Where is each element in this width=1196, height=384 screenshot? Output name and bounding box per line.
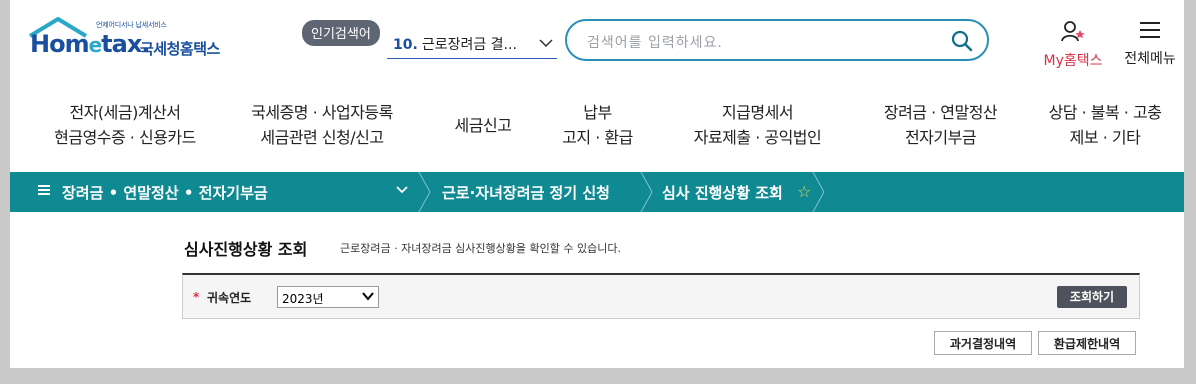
hamburger-menu-icon <box>1140 22 1160 38</box>
hot-keyword-select[interactable]: 10. 근로장려금 결... <box>387 32 557 59</box>
nav-item-tax-filing[interactable]: 세금신고 <box>438 100 528 138</box>
search-panel: * 귀속연도 2023년 조회하기 <box>182 273 1140 319</box>
breadcrumb-separator-icon <box>640 172 653 212</box>
user-icon <box>1061 21 1085 42</box>
breadcrumb-separator-icon <box>812 172 825 212</box>
main-navigation: 전자(세금)계산서 현금영수증 · 신용카드 국세증명 · 사업자등록 세금관련 신… <box>10 100 1184 160</box>
chevron-down-icon <box>539 39 553 48</box>
nav-item-certificates[interactable]: 국세증명 · 사업자등록 세금관련 신청/신고 <box>232 100 412 150</box>
search-input[interactable]: 검색어를 입력하세요. <box>565 19 989 61</box>
search-placeholder: 검색어를 입력하세요. <box>587 35 723 51</box>
nav-item-e-invoice[interactable]: 전자(세금)계산서 현금영수증 · 신용카드 <box>40 100 210 150</box>
logo-brand: Hometax. <box>30 30 150 58</box>
nav-item-payment[interactable]: 납부 고지 · 환급 <box>550 100 645 150</box>
all-menu-label: 전체메뉴 <box>1124 51 1176 67</box>
search-icon[interactable] <box>951 30 973 52</box>
breadcrumb-sub[interactable]: 근로·자녀장려금 정기 신청 <box>442 182 610 203</box>
my-hometax-button[interactable]: My홈택스 <box>1038 20 1108 70</box>
year-label: 귀속연도 <box>207 291 252 305</box>
breadcrumb: 장려금 • 연말정산 • 전자기부금 근로·자녀장려금 정기 신청 심사 진행상… <box>10 172 1184 212</box>
breadcrumb-separator-icon <box>418 172 431 212</box>
page-title: 심사진행상황 조회 <box>184 240 308 259</box>
year-select-value: 2023년 <box>282 292 324 306</box>
hot-keyword-badge: 인기검색어 <box>302 20 380 46</box>
favorite-star-icon[interactable]: ☆ <box>797 182 811 201</box>
past-decisions-button[interactable]: 과거결정내역 <box>934 331 1032 355</box>
chevron-down-icon[interactable] <box>396 185 408 195</box>
refund-limit-button[interactable]: 환급제한내역 <box>1038 331 1136 355</box>
my-hometax-label: My홈택스 <box>1043 53 1103 69</box>
logo-tagline: 언제어디서나 납세서비스 <box>96 21 167 29</box>
all-menu-button[interactable]: 전체메뉴 <box>1120 20 1180 68</box>
nav-item-payment-statements[interactable]: 지급명세서 자료제출 · 공익법인 <box>670 100 845 150</box>
year-select[interactable]: 2023년 <box>277 286 379 308</box>
query-button[interactable]: 조회하기 <box>1057 286 1127 308</box>
hot-keyword-text: 근로장려금 결... <box>421 37 517 53</box>
nav-item-incentives[interactable]: 장려금 · 연말정산 전자기부금 <box>858 100 1023 150</box>
required-mark: * <box>193 290 200 304</box>
list-menu-icon <box>38 185 50 195</box>
breadcrumb-current: 심사 진행상황 조회 <box>662 184 783 202</box>
page-description: 근로장려금 · 자녀장려금 심사진행상황을 확인할 수 있습니다. <box>340 242 621 255</box>
page-frame: 언제어디서나 납세서비스 Hometax. 국세청홈택스 인기검색어 10. 근로… <box>10 0 1184 368</box>
hot-keyword-number: 10. <box>393 37 418 53</box>
breadcrumb-section[interactable]: 장려금 • 연말정산 • 전자기부금 <box>62 182 268 203</box>
chevron-down-icon <box>362 292 374 301</box>
logo-name: 국세청홈택스 <box>140 40 220 58</box>
hometax-logo[interactable]: 언제어디서나 납세서비스 Hometax. 국세청홈택스 <box>24 14 244 70</box>
nav-item-consultation[interactable]: 상담 · 불복 · 고충 제보 · 기타 <box>1030 100 1180 150</box>
